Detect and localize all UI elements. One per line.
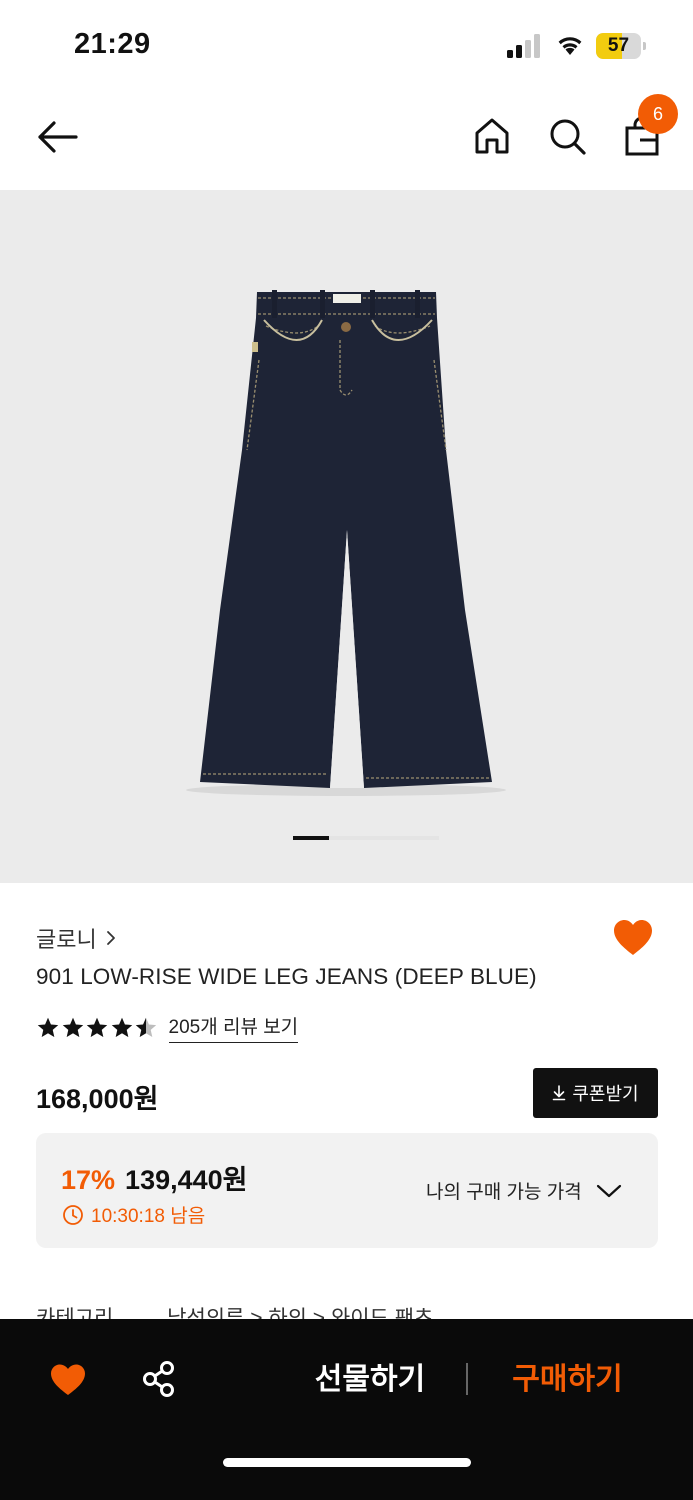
- heart-icon[interactable]: [49, 1363, 87, 1397]
- rating-row: 205개 리뷰 보기: [36, 1012, 299, 1043]
- star-icon: [86, 1017, 108, 1037]
- gift-button[interactable]: 선물하기: [280, 1357, 460, 1403]
- chevron-right-icon: [106, 931, 115, 945]
- battery-icon: 57: [596, 33, 646, 59]
- coupon-button-label: 쿠폰받기: [572, 1084, 639, 1104]
- nav-header: [0, 90, 693, 190]
- brand-name: 글로니: [36, 927, 97, 952]
- discount-price: 139,440원: [125, 1165, 248, 1195]
- bottom-action-bar: 선물하기 구매하기: [0, 1319, 693, 1500]
- wishlist-heart-icon[interactable]: [612, 918, 654, 958]
- product-title: 901 LOW-RISE WIDE LEG JEANS (DEEP BLUE): [36, 964, 537, 989]
- share-icon[interactable]: [140, 1359, 178, 1399]
- star-icon: [135, 1017, 157, 1037]
- review-link[interactable]: 205개 리뷰 보기: [168, 1012, 299, 1043]
- gallery-pager-track: [329, 836, 439, 840]
- clock-icon: [63, 1204, 83, 1225]
- wifi-icon: [558, 37, 582, 55]
- my-price-label: 나의 구매 가능 가격: [426, 1182, 582, 1203]
- product-image-gallery[interactable]: [0, 190, 693, 883]
- home-icon[interactable]: [472, 116, 512, 156]
- search-icon[interactable]: [547, 116, 587, 156]
- discount-rate: 17%: [61, 1165, 116, 1195]
- status-bar: 21:29 57: [0, 0, 693, 90]
- brand-link[interactable]: 글로니: [36, 922, 117, 954]
- discount-line: 17% 139,440원: [61, 1158, 248, 1197]
- bottom-divider: [466, 1363, 468, 1395]
- original-price: 168,000원: [36, 1084, 159, 1114]
- star-icon: [37, 1017, 59, 1037]
- timer-text: 10:30:18 남음: [91, 1206, 206, 1227]
- signal-icon: [507, 34, 540, 58]
- my-price-toggle[interactable]: 나의 구매 가능 가격: [426, 1177, 622, 1204]
- chevron-down-icon: [596, 1184, 621, 1197]
- timer-line: 10:30:18 남음: [62, 1201, 205, 1228]
- coupon-button[interactable]: 쿠폰받기: [533, 1068, 658, 1118]
- battery-percent: 57: [607, 35, 630, 56]
- star-icon: [111, 1017, 132, 1037]
- download-icon: [553, 1085, 566, 1101]
- buy-button[interactable]: 구매하기: [480, 1357, 655, 1403]
- jeans-image: [186, 290, 506, 796]
- gallery-pager-active: [293, 836, 329, 840]
- back-arrow-icon[interactable]: [36, 120, 78, 154]
- status-time: 21:29: [74, 28, 151, 60]
- cart-count-badge: 6: [638, 94, 678, 134]
- discount-box: 17% 139,440원 10:30:18 남음 나의 구매 가능 가격: [36, 1133, 658, 1248]
- star-icon: [62, 1017, 83, 1037]
- star-rating: [36, 1016, 159, 1040]
- home-indicator: [223, 1458, 471, 1467]
